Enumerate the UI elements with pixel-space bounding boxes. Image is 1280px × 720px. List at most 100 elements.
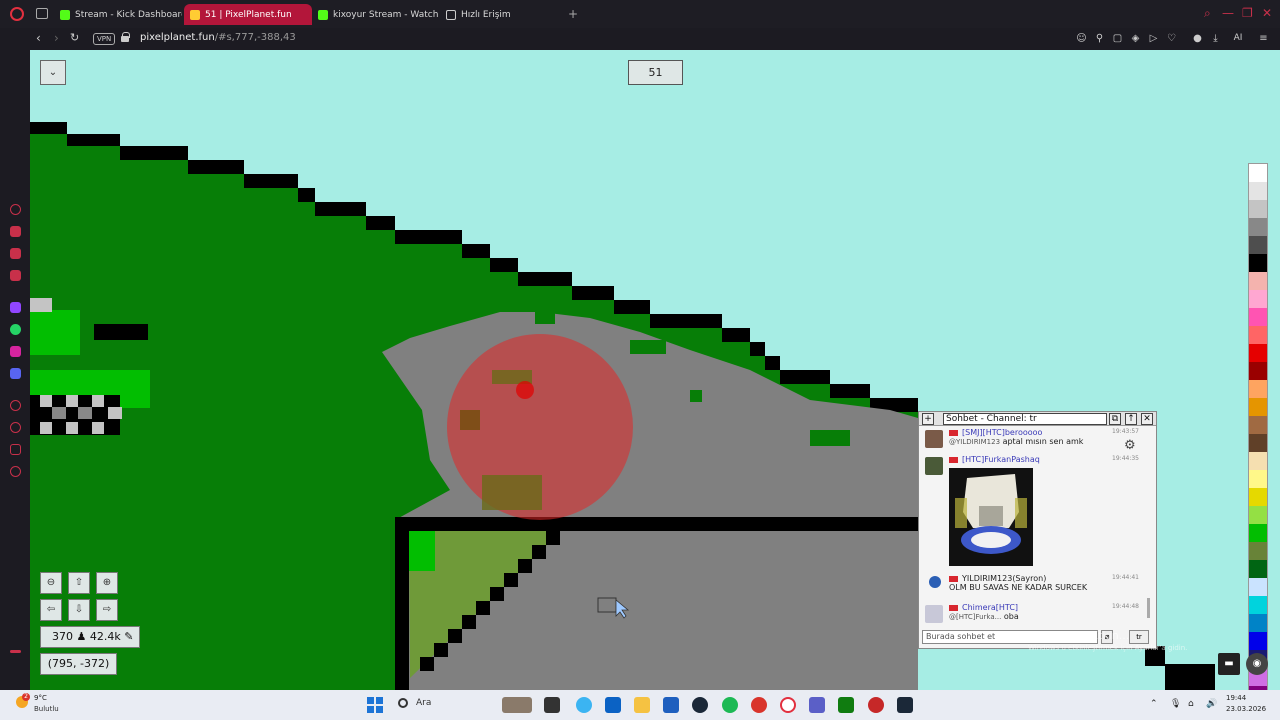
pin-icon[interactable]: ⚲ <box>1094 33 1105 44</box>
outlook-icon[interactable] <box>605 697 621 713</box>
sidebar-setup-icon[interactable] <box>10 650 21 653</box>
chat-toggle-button[interactable]: ▬ <box>1218 653 1240 675</box>
message-author[interactable]: Chimera[HTC] <box>962 603 1018 612</box>
zoom-in-button[interactable]: ⊕ <box>96 572 118 594</box>
network-icon[interactable]: ⌂ <box>1188 699 1194 709</box>
search-tabs-icon[interactable]: ⌕ <box>1204 6 1211 21</box>
weather-desc[interactable]: Bulutlu <box>34 705 59 713</box>
extensions-icon[interactable] <box>10 444 21 455</box>
palette-swatch[interactable] <box>1249 380 1267 398</box>
move-up-button[interactable]: ⇧ <box>68 572 90 594</box>
tab-kick-dashboard[interactable]: Stream - Kick Dashboard <box>54 4 182 25</box>
palette-swatch[interactable] <box>1249 200 1267 218</box>
tab-quick-access[interactable]: Hızlı Erişim <box>440 4 568 25</box>
taskbar-time[interactable]: 19:44 <box>1226 694 1246 702</box>
new-tab-button[interactable]: + <box>568 8 578 20</box>
search-icon[interactable] <box>398 698 408 708</box>
palette-swatch[interactable] <box>1249 596 1267 614</box>
palette-swatch[interactable] <box>1249 524 1267 542</box>
palette-swatch[interactable] <box>1249 326 1267 344</box>
message-author[interactable]: [SMJ][HTC]berooooo <box>962 428 1042 437</box>
maximize-button[interactable]: ❐ <box>1242 6 1253 20</box>
palette-swatch[interactable] <box>1249 254 1267 272</box>
move-left-button[interactable]: ⇦ <box>40 599 62 621</box>
palette-swatch[interactable] <box>1249 182 1267 200</box>
chat-scrollbar[interactable] <box>1146 428 1152 626</box>
spotify-icon[interactable] <box>722 697 738 713</box>
vpn-badge[interactable]: VPN <box>93 33 116 45</box>
palette-swatch[interactable] <box>1249 344 1267 362</box>
file-explorer-icon[interactable] <box>634 697 650 713</box>
twitch-icon[interactable] <box>10 302 21 313</box>
profile-icon[interactable]: ● <box>1192 33 1203 44</box>
chat-popout-button[interactable]: ⧉ <box>1109 413 1121 425</box>
message-author[interactable]: YILDIRIM123(Sayron) <box>962 574 1046 583</box>
chat-image[interactable] <box>949 468 1033 566</box>
store-icon[interactable] <box>663 697 679 713</box>
taskbar-date[interactable]: 23.03.2026 <box>1226 705 1266 713</box>
palette-swatch[interactable] <box>1249 218 1267 236</box>
tray-expand-icon[interactable]: ⌃ <box>1150 699 1158 709</box>
ai-button[interactable]: AI <box>1230 33 1246 44</box>
chat-maximize-button[interactable]: ↑ <box>1125 413 1137 425</box>
history-icon[interactable] <box>10 422 21 433</box>
microphone-icon[interactable]: 🎙 <box>1170 699 1181 709</box>
teams-icon[interactable] <box>809 697 825 713</box>
instagram-icon[interactable] <box>10 346 21 357</box>
palette-swatch[interactable] <box>1249 398 1267 416</box>
palette-swatch[interactable] <box>1249 272 1267 290</box>
minimize-button[interactable]: — <box>1222 6 1234 20</box>
copilot-icon[interactable] <box>576 697 592 713</box>
palette-swatch[interactable] <box>1249 632 1267 650</box>
refresh-sidebar-icon[interactable] <box>10 204 21 215</box>
chat-title[interactable]: Sohbet - Channel: tr <box>943 413 1107 425</box>
steam-icon[interactable] <box>692 697 708 713</box>
snapshot-icon[interactable]: ▢ <box>1112 33 1123 44</box>
menu-icon[interactable]: ≡ <box>1258 33 1269 44</box>
tab-overview-icon[interactable] <box>36 8 48 19</box>
start-button[interactable] <box>367 697 383 713</box>
palette-swatch[interactable] <box>1249 308 1267 326</box>
palette-swatch[interactable] <box>1249 578 1267 596</box>
palette-swatch[interactable] <box>1249 164 1267 182</box>
game-app-icon[interactable] <box>868 697 884 713</box>
palette-swatch[interactable] <box>1249 470 1267 488</box>
play-icon[interactable]: ▷ <box>1148 33 1159 44</box>
palette-swatch[interactable] <box>1249 614 1267 632</box>
palette-swatch[interactable] <box>1249 416 1267 434</box>
reload-button[interactable]: ↻ <box>70 31 79 44</box>
palette-swatch[interactable] <box>1249 506 1267 524</box>
tab-pixelplanet[interactable]: 51 | PixelPlanet.fun <box>184 4 312 25</box>
player-icon[interactable] <box>10 400 21 411</box>
close-window-button[interactable]: ✕ <box>1262 6 1272 20</box>
move-right-button[interactable]: ⇨ <box>96 599 118 621</box>
chat-close-button[interactable]: ✕ <box>1141 413 1153 425</box>
tab-kixoyur-stream[interactable]: kixoyur Stream - Watch Li <box>312 4 440 25</box>
move-down-button[interactable]: ⇩ <box>68 599 90 621</box>
palette-swatch[interactable] <box>1249 542 1267 560</box>
emoji-icon[interactable]: ☺ <box>1076 33 1087 44</box>
lock-icon[interactable] <box>121 32 130 42</box>
xbox-icon[interactable] <box>838 697 854 713</box>
url-field[interactable]: pixelplanet.fun/#s,777,-388,43 <box>140 32 296 43</box>
palette-swatch[interactable] <box>1249 488 1267 506</box>
discord-icon[interactable] <box>10 368 21 379</box>
task-view-icon[interactable] <box>544 697 560 713</box>
chat-add-button[interactable]: + <box>922 413 934 425</box>
zoom-out-button[interactable]: ⊖ <box>40 572 62 594</box>
calendar-icon[interactable] <box>10 270 21 281</box>
steam-active-icon[interactable] <box>897 697 913 713</box>
palette-swatch[interactable] <box>1249 236 1267 254</box>
opera-logo-icon[interactable] <box>10 7 24 21</box>
widget-image-icon[interactable] <box>502 697 532 713</box>
record-app-icon[interactable] <box>751 697 767 713</box>
whatsapp-icon[interactable] <box>10 324 21 335</box>
shield-icon[interactable]: ◈ <box>1130 33 1141 44</box>
palette-swatch[interactable] <box>1249 560 1267 578</box>
settings-icon[interactable] <box>10 466 21 477</box>
palette-swatch[interactable] <box>1249 290 1267 308</box>
bag-icon[interactable] <box>10 226 21 237</box>
palette-swatch[interactable] <box>1249 362 1267 380</box>
palette-swatch[interactable] <box>1249 452 1267 470</box>
pixel-canvas[interactable]: ⌄ 51 ⊖ ⇧ ⊕ ⇦ ⇩ ⇨ 370 ♟ 42.4k ✎ (795, -37… <box>30 50 1280 690</box>
